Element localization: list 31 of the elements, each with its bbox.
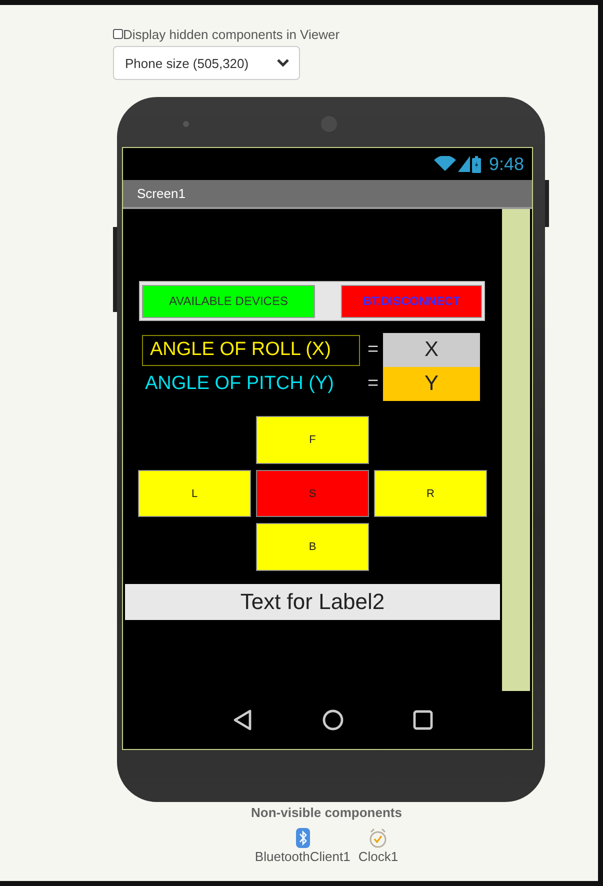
size-dropdown[interactable]: Phone size (505,320) (113, 46, 300, 80)
component-label[interactable]: Clock1 (358, 849, 398, 864)
component-label[interactable]: BluetoothClient1 (254, 849, 350, 864)
chevron-down-icon (276, 58, 290, 68)
angle-label: ANGLE OF PITCH (Y) (144, 372, 335, 396)
section-title: Non-visible components (251, 805, 402, 820)
direction-button[interactable]: S (256, 470, 369, 517)
checkbox-label: Display hidden components in Viewer (123, 26, 340, 42)
angle-value: X (383, 333, 480, 367)
direction-button[interactable]: B (256, 523, 369, 571)
bluetooth-icon (296, 828, 310, 848)
status-time: 9:48 (488, 154, 524, 174)
clock-icon (369, 828, 388, 848)
direction-button[interactable]: L (138, 470, 251, 517)
equals-label: = (366, 339, 380, 361)
equals-label: = (366, 373, 380, 395)
text-label: Text for Label2 (125, 584, 500, 620)
direction-button[interactable]: F (256, 416, 369, 464)
sensor-dot (183, 121, 189, 127)
angle-value: Y (383, 367, 480, 401)
signal-icon (458, 156, 470, 172)
back-icon (232, 709, 252, 731)
checkbox[interactable] (113, 29, 123, 39)
app-button[interactable]: AVAILABLE DEVICES (142, 284, 315, 318)
angle-label: ANGLE OF ROLL (X) (142, 334, 360, 366)
wifi-icon (434, 156, 456, 172)
recent-apps-icon (412, 710, 432, 730)
home-icon (322, 709, 344, 731)
direction-button[interactable]: R (374, 470, 487, 517)
screen-title: Screen1 (137, 186, 186, 201)
battery-icon (472, 156, 481, 172)
